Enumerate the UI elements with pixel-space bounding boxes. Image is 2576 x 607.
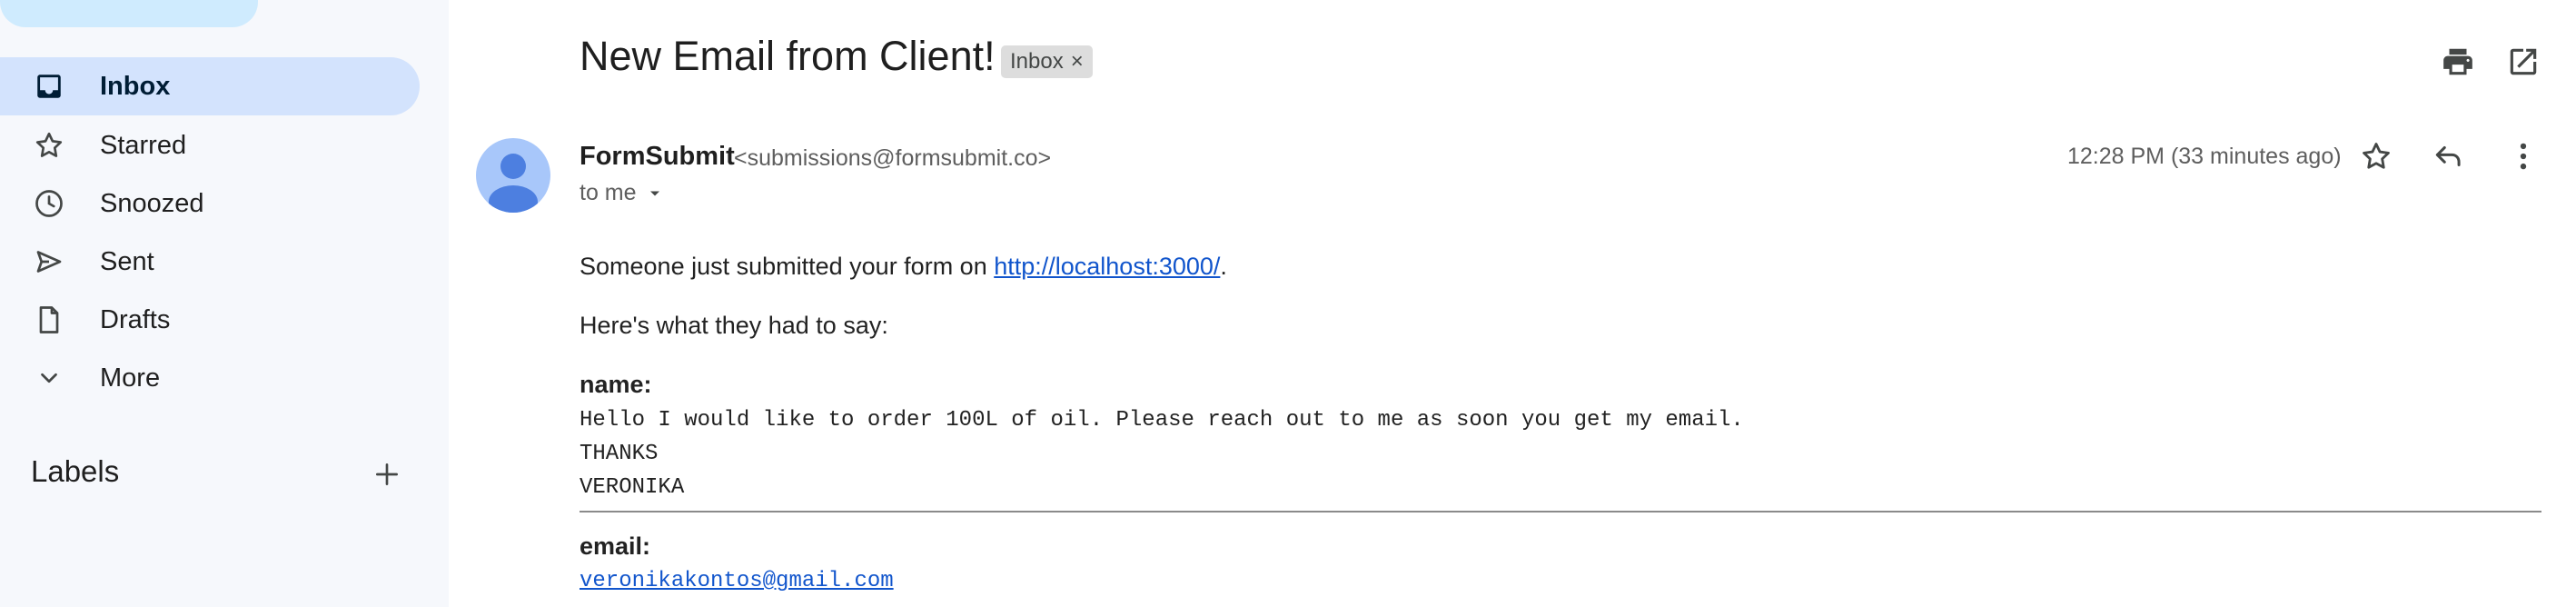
compose-button[interactable] xyxy=(0,0,258,27)
intro-text: Someone just submitted your form on xyxy=(580,253,995,280)
field-divider xyxy=(580,511,2541,512)
inbox-icon xyxy=(31,68,67,104)
sender-avatar xyxy=(476,138,550,213)
email-subject: New Email from Client! xyxy=(580,33,996,79)
sidebar-item-starred[interactable]: Starred xyxy=(0,116,420,174)
print-icon xyxy=(2443,48,2472,75)
sidebar-item-label: Sent xyxy=(100,246,154,276)
name-field-label: name: xyxy=(580,371,652,398)
remove-label-button[interactable]: × xyxy=(1071,49,1084,75)
sidebar-item-label: Drafts xyxy=(100,304,171,334)
sidebar-item-inbox[interactable]: Inbox xyxy=(0,57,420,115)
inbox-label-chip: Inbox × xyxy=(1001,45,1093,78)
sidebar-item-label: More xyxy=(100,363,161,393)
label-chip-text: Inbox xyxy=(1010,49,1064,74)
star-icon xyxy=(31,127,67,164)
sidebar-item-label: Starred xyxy=(100,130,187,160)
clock-icon xyxy=(31,185,67,222)
email-said-line: Here's what they had to say: xyxy=(580,312,888,339)
labels-heading: Labels xyxy=(31,454,120,488)
recipient-details-toggle[interactable]: to me xyxy=(580,180,664,206)
sidebar: Inbox Starred Snoozed Sent Drafts More L… xyxy=(0,0,449,607)
sidebar-item-more[interactable]: More xyxy=(0,349,420,407)
name-field-line: VERONIKA xyxy=(580,475,685,500)
star-email-button[interactable] xyxy=(2354,134,2398,178)
email-field-value: veronikakontos@gmail.com xyxy=(580,569,894,593)
print-button[interactable] xyxy=(2436,40,2480,84)
intro-punctuation: . xyxy=(1220,253,1227,280)
caret-down-icon xyxy=(649,191,659,195)
sidebar-item-label: Inbox xyxy=(100,71,171,101)
star-icon xyxy=(2363,143,2390,169)
email-timestamp: 12:28 PM (33 minutes ago) xyxy=(2067,144,2342,169)
open-in-new-window-button[interactable] xyxy=(2502,40,2545,84)
draft-icon xyxy=(31,302,67,338)
send-icon xyxy=(31,244,67,280)
open-in-new-icon xyxy=(2510,48,2537,75)
add-label-button[interactable] xyxy=(367,454,407,494)
email-intro: Someone just submitted your form on http… xyxy=(580,253,1227,281)
form-source-link[interactable]: http://localhost:3000/ xyxy=(994,253,1220,280)
email-field-label: email: xyxy=(580,532,651,560)
reply-button[interactable] xyxy=(2427,134,2471,178)
name-field-line: THANKS xyxy=(580,442,659,466)
chevron-down-icon xyxy=(31,360,67,396)
more-options-button[interactable] xyxy=(2502,134,2545,178)
reply-icon xyxy=(2435,145,2461,167)
more-vert-icon xyxy=(2520,143,2527,170)
sidebar-item-snoozed[interactable]: Snoozed xyxy=(0,174,420,233)
sidebar-item-label: Snoozed xyxy=(100,188,204,218)
name-field-line: Hello I would like to order 100L of oil.… xyxy=(580,408,1744,433)
client-email-link[interactable]: veronikakontos@gmail.com xyxy=(580,569,894,593)
sidebar-item-sent[interactable]: Sent xyxy=(0,233,420,291)
sender-email: <submissions@formsubmit.co> xyxy=(734,145,1052,171)
sender-name: FormSubmit xyxy=(580,142,735,171)
recipient-text: to me xyxy=(580,180,637,205)
plus-icon xyxy=(376,463,398,485)
sidebar-item-drafts[interactable]: Drafts xyxy=(0,291,420,349)
